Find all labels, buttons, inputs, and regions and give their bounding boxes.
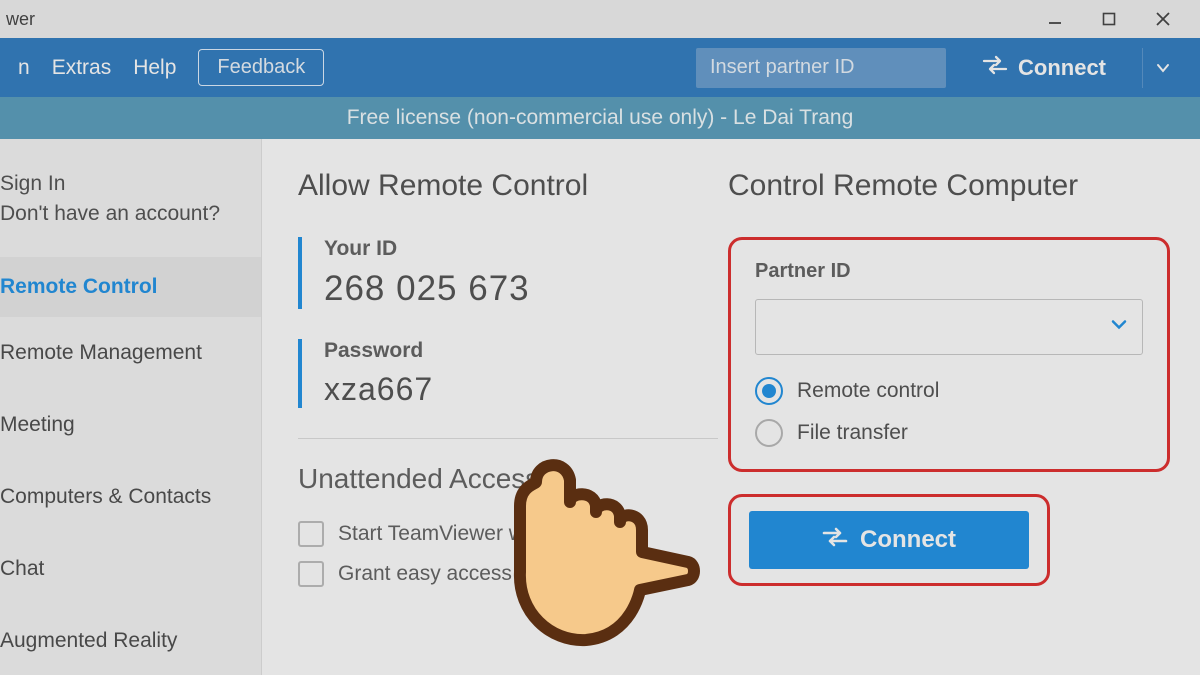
your-id-value[interactable]: 268 025 673 xyxy=(324,269,718,309)
no-account-link[interactable]: Don't have an account? xyxy=(0,199,261,229)
password-value[interactable]: xza667 xyxy=(324,371,718,408)
divider xyxy=(298,438,718,439)
quick-connect-button[interactable]: Connect xyxy=(968,55,1120,81)
sidebar-item-computers-contacts[interactable]: Computers & Contacts xyxy=(0,461,261,533)
license-bar: Free license (non-commercial use only) -… xyxy=(0,97,1200,139)
sidebar: Sign In Don't have an account? Remote Co… xyxy=(0,139,262,675)
window-title: wer xyxy=(0,9,35,30)
radio-file-transfer[interactable]: File transfer xyxy=(755,419,1143,447)
checkbox-start-with-windows[interactable]: Start TeamViewer with Windows xyxy=(298,521,718,547)
sidebar-item-chat[interactable]: Chat xyxy=(0,533,261,605)
unattended-heading: Unattended Access xyxy=(298,463,718,495)
your-id-field: Your ID 268 025 673 xyxy=(298,237,718,309)
connect-highlight-box: Connect xyxy=(728,494,1050,586)
close-button[interactable] xyxy=(1148,4,1178,34)
feedback-button[interactable]: Feedback xyxy=(198,49,324,86)
checkbox-grant-easy-access[interactable]: Grant easy access xyxy=(298,561,718,587)
sidebar-item-augmented-reality[interactable]: Augmented Reality xyxy=(0,605,261,653)
connect-button[interactable]: Connect xyxy=(749,511,1029,569)
minimize-button[interactable] xyxy=(1040,4,1070,34)
account-box: Sign In Don't have an account? xyxy=(0,169,261,257)
your-id-label: Your ID xyxy=(324,237,718,261)
sidebar-item-remote-control[interactable]: Remote Control xyxy=(0,257,261,317)
password-field: Password xza667 xyxy=(298,339,718,408)
quick-connect-label: Connect xyxy=(1018,55,1106,81)
control-remote-heading: Control Remote Computer xyxy=(728,169,1170,203)
radio-label-remote: Remote control xyxy=(797,379,939,403)
radio-selected-icon xyxy=(755,377,783,405)
partner-id-highlight-box: Partner ID Remote control File transfer xyxy=(728,237,1170,472)
menu-item-extras[interactable]: Extras xyxy=(52,56,112,80)
menu-item-help[interactable]: Help xyxy=(133,56,176,80)
license-text: Free license (non-commercial use only) -… xyxy=(347,106,854,130)
radio-remote-control[interactable]: Remote control xyxy=(755,377,1143,405)
partner-id-input-wrap xyxy=(755,299,1143,355)
checkbox-icon xyxy=(298,521,324,547)
partner-id-input[interactable] xyxy=(755,299,1143,355)
checkbox-label-1: Start TeamViewer with Windows xyxy=(338,522,637,546)
swap-arrows-icon xyxy=(982,55,1008,81)
quick-connect-dropdown[interactable] xyxy=(1142,48,1182,88)
main: Allow Remote Control Your ID 268 025 673… xyxy=(262,139,1200,675)
menu-item-0[interactable]: n xyxy=(18,56,30,80)
window-controls xyxy=(1040,4,1190,34)
sign-in-link[interactable]: Sign In xyxy=(0,169,261,199)
checkbox-icon xyxy=(298,561,324,587)
connect-button-label: Connect xyxy=(860,526,956,554)
sidebar-item-remote-management[interactable]: Remote Management xyxy=(0,317,261,389)
chevron-down-icon[interactable] xyxy=(1109,315,1129,340)
maximize-button[interactable] xyxy=(1094,4,1124,34)
radio-label-file: File transfer xyxy=(797,421,908,445)
password-label: Password xyxy=(324,339,718,363)
allow-remote-heading: Allow Remote Control xyxy=(298,169,718,203)
menubar: n Extras Help Feedback Connect xyxy=(0,38,1200,97)
radio-unselected-icon xyxy=(755,419,783,447)
partner-id-label: Partner ID xyxy=(755,260,1143,283)
titlebar: wer xyxy=(0,0,1200,38)
content: Sign In Don't have an account? Remote Co… xyxy=(0,139,1200,675)
allow-remote-column: Allow Remote Control Your ID 268 025 673… xyxy=(298,169,718,675)
sidebar-item-meeting[interactable]: Meeting xyxy=(0,389,261,461)
swap-arrows-icon xyxy=(822,526,848,554)
control-remote-column: Control Remote Computer Partner ID Remot… xyxy=(728,169,1170,675)
quick-partner-id-input[interactable] xyxy=(696,48,946,88)
checkbox-label-2: Grant easy access xyxy=(338,562,512,586)
